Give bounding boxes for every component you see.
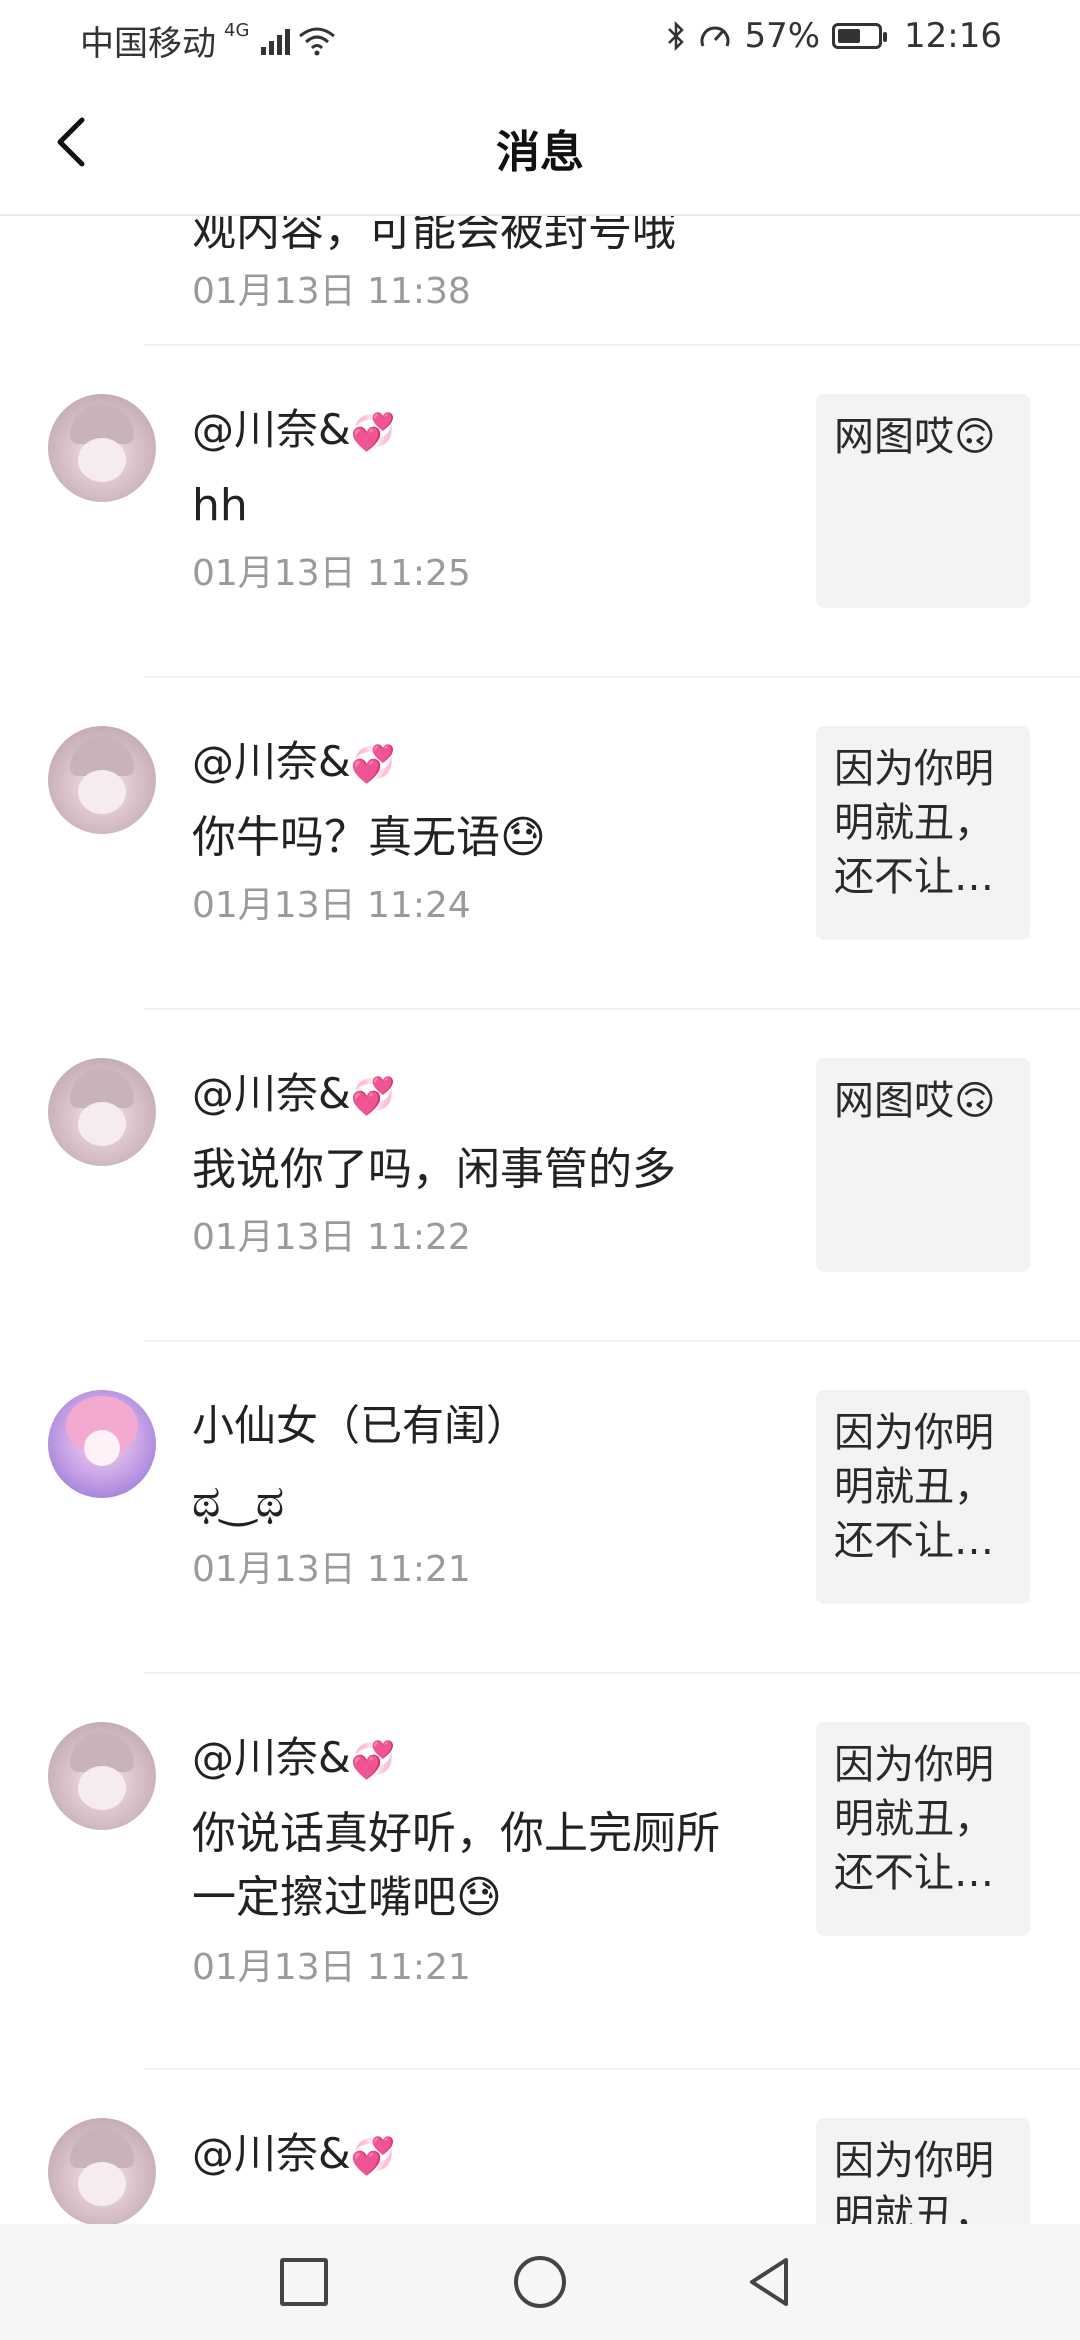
battery-icon [832,23,888,49]
post-preview[interactable]: 网图哎🙃 [816,1058,1030,1272]
system-nav-bar [0,2224,1080,2340]
sender-name[interactable]: @川奈&💞 [192,1724,396,1785]
two-hearts-icon: 💞 [350,1740,396,1781]
message-time: 01月13日 11:21 [192,1549,471,1590]
message-time: 01月13日 11:24 [192,885,471,926]
network-type: 4G [224,20,250,41]
message-list[interactable]: 观内容，可能会被封号哦 01月13日 11:38 @川奈&💞 hh 01月13日… [0,214,1080,2224]
message-time: 01月13日 11:25 [192,553,471,594]
message-text: 你牛吗？真无语😓 [192,812,546,863]
sender-name[interactable]: @川奈&💞 [192,2120,396,2181]
avatar[interactable] [48,2118,156,2224]
post-preview[interactable]: 因为你明明就丑， [816,2118,1030,2224]
post-preview[interactable]: 网图哎🙃 [816,394,1030,608]
two-hearts-icon: 💞 [350,1076,396,1117]
wifi-icon [299,27,336,55]
sender-name[interactable]: @川奈&💞 [192,396,396,457]
avatar[interactable] [48,1722,156,1830]
message-time: 01月13日 11:21 [192,1947,471,1988]
list-item[interactable]: 小仙女（已有闺） ಥ‿ಥ 01月13日 11:21 因为你明明就丑，还不让… [0,1340,1080,1672]
top-app-bar: 消息 [0,72,1080,216]
status-left: 中国移动 4G [80,16,336,65]
square-icon[interactable] [280,2258,328,2306]
battery-percent: 57% [744,16,821,56]
triangle-back-icon[interactable] [742,2254,798,2310]
clock: 12:16 [904,16,1002,56]
circle-icon[interactable] [514,2256,566,2308]
avatar[interactable] [48,726,156,834]
list-item[interactable]: @川奈&💞 因为你明明就丑， [0,2068,1080,2224]
carrier-label: 中国移动 [80,24,216,64]
avatar[interactable] [48,1058,156,1166]
sender-name[interactable]: @川奈&💞 [192,1060,396,1121]
two-hearts-icon: 💞 [350,2136,396,2177]
message-time: 01月13日 11:38 [192,271,471,312]
two-hearts-icon: 💞 [350,744,396,785]
sender-name[interactable]: @川奈&💞 [192,728,396,789]
status-bar: 中国移动 4G 57% 12:16 [0,0,1080,72]
speed-gauge-icon [700,26,730,47]
page-title: 消息 [496,127,584,178]
message-time: 01月13日 11:22 [192,1217,471,1258]
sender-name[interactable]: 小仙女（已有闺） [192,1392,528,1453]
post-preview[interactable]: 因为你明明就丑，还不让… [816,726,1030,940]
signal-icon [261,27,291,55]
avatar[interactable] [48,394,156,502]
post-preview[interactable]: 因为你明明就丑，还不让… [816,1390,1030,1604]
list-item[interactable]: @川奈&💞 hh 01月13日 11:25 网图哎🙃 [0,344,1080,676]
message-text: 我说你了吗，闲事管的多 [192,1144,676,1195]
avatar[interactable] [48,1390,156,1498]
post-preview[interactable]: 因为你明明就丑，还不让… [816,1722,1030,1936]
two-hearts-icon: 💞 [350,412,396,453]
message-text: 你说话真好听，你上完厕所一定擦过嘴吧😓 [192,1808,720,1923]
message-text: hh [192,480,248,531]
message-text: 观内容，可能会被封号哦 [192,214,676,256]
bluetooth-icon [668,20,685,52]
list-item[interactable]: @川奈&💞 你说话真好听，你上完厕所一定擦过嘴吧😓 01月13日 11:21 因… [0,1672,1080,2068]
status-right: 57% 12:16 [666,16,1002,56]
list-item[interactable]: @川奈&💞 你牛吗？真无语😓 01月13日 11:24 因为你明明就丑，还不让… [0,676,1080,1008]
message-text: ಥ‿ಥ [192,1476,285,1527]
list-item[interactable]: @川奈&💞 我说你了吗，闲事管的多 01月13日 11:22 网图哎🙃 [0,1008,1080,1340]
